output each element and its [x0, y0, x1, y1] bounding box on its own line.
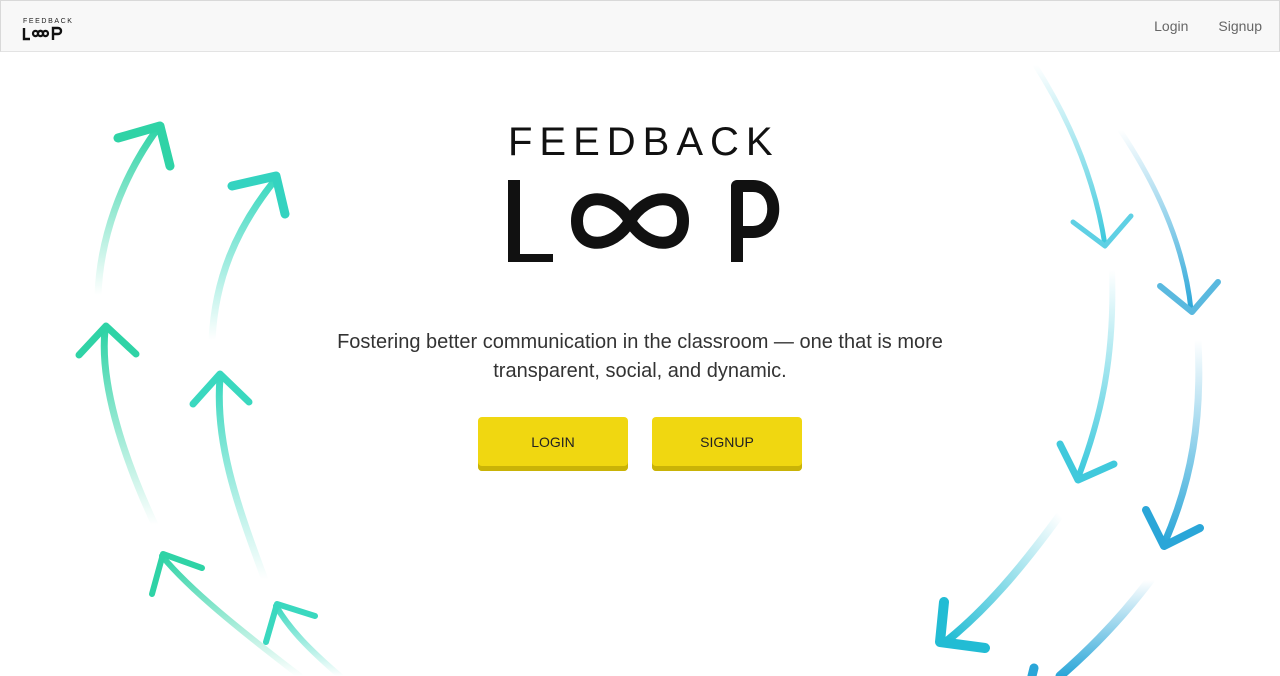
brand-logo[interactable]: FEEDBACK — [22, 17, 72, 45]
signup-button[interactable]: SIGNUP — [652, 417, 802, 471]
nav-links: Login Signup — [1154, 18, 1262, 34]
tagline-line-2: transparent, social, and dynamic. — [493, 360, 787, 382]
hero-logo-top: FEEDBACK — [508, 120, 780, 164]
nav-signup-link[interactable]: Signup — [1218, 18, 1262, 34]
nav-login-link[interactable]: Login — [1154, 18, 1188, 34]
hero-section: FEEDBACK Fostering better communication … — [0, 52, 1280, 676]
loop-logo-mark — [508, 180, 780, 262]
top-navbar: FEEDBACK Login Signup — [0, 0, 1280, 52]
brand-logo-top: FEEDBACK — [23, 18, 74, 25]
login-button[interactable]: LOGIN — [478, 417, 628, 471]
brand-logo-mark — [22, 26, 63, 41]
tagline: Fostering better communication in the cl… — [300, 328, 980, 386]
tagline-line-1: Fostering better communication in the cl… — [337, 331, 943, 353]
